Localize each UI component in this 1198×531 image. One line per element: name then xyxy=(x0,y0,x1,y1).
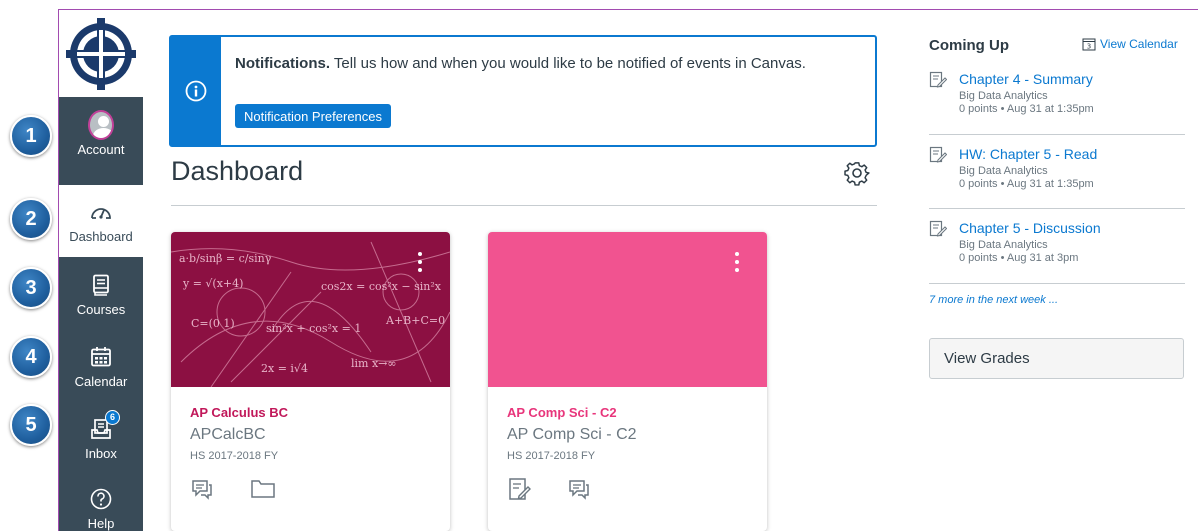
nav-calendar-label: Calendar xyxy=(74,373,128,389)
calendar-small-icon: 3 xyxy=(1082,38,1096,51)
coming-up-item[interactable]: Chapter 4 - Summary Big Data Analytics 0… xyxy=(929,70,1185,116)
help-circle-icon xyxy=(88,486,114,512)
coming-up-item-meta: 0 points • Aug 31 at 3pm xyxy=(959,252,1079,264)
coming-up-divider xyxy=(929,208,1185,209)
course-card-term: HS 2017-2018 FY xyxy=(507,450,596,462)
coming-up-item-meta: 0 points • Aug 31 at 1:35pm xyxy=(959,103,1094,115)
nav-courses-label: Courses xyxy=(76,301,126,317)
nav-account-label: Account xyxy=(77,141,125,157)
nav-help[interactable]: Help xyxy=(59,472,143,531)
page-border-top xyxy=(58,9,1198,10)
course-card-term: HS 2017-2018 FY xyxy=(190,450,279,462)
callout-2: 2 xyxy=(10,198,52,240)
view-calendar-link[interactable]: 3 View Calendar xyxy=(1082,37,1178,51)
discussions-icon[interactable] xyxy=(190,477,214,501)
coming-up-divider xyxy=(929,283,1185,284)
page-title: Dashboard xyxy=(171,156,304,186)
nav-help-label: Help xyxy=(87,515,115,531)
coming-up-divider xyxy=(929,134,1185,135)
notification-preferences-button[interactable]: Notification Preferences xyxy=(235,104,392,128)
course-card-name: AP Comp Sci - C2 xyxy=(507,426,637,443)
callout-4: 4 xyxy=(10,336,52,378)
coming-up-item-title[interactable]: Chapter 5 - Discussion xyxy=(959,219,1101,237)
calendar-icon xyxy=(88,344,114,370)
book-icon xyxy=(88,272,114,298)
card-options-icon[interactable] xyxy=(735,252,739,276)
school-logo[interactable] xyxy=(59,10,143,97)
course-card-subtitle[interactable]: AP Comp Sci - C2 xyxy=(507,405,617,420)
assignments-icon[interactable] xyxy=(507,477,531,501)
more-upcoming-link[interactable]: 7 more in the next week ... xyxy=(929,294,1058,306)
course-card-hero[interactable] xyxy=(488,232,767,387)
logo-icon xyxy=(66,17,136,90)
nav-dashboard-label: Dashboard xyxy=(69,228,133,244)
coming-up-item-title[interactable]: HW: Chapter 5 - Read xyxy=(959,145,1097,163)
info-icon xyxy=(185,80,207,102)
coming-up-item[interactable]: Chapter 5 - Discussion Big Data Analytic… xyxy=(929,219,1185,265)
gear-icon[interactable] xyxy=(844,160,870,186)
coming-up-item-title[interactable]: Chapter 4 - Summary xyxy=(959,70,1094,88)
dashboard-divider xyxy=(171,205,877,206)
assignment-icon xyxy=(929,146,948,163)
callout-5: 5 xyxy=(10,404,52,446)
coming-up-item-course: Big Data Analytics xyxy=(959,165,1048,177)
course-card-name: APCalcBC xyxy=(190,426,266,443)
nav-account[interactable]: Account xyxy=(59,98,143,170)
coming-up-item[interactable]: HW: Chapter 5 - Read Big Data Analytics … xyxy=(929,145,1185,191)
math-formulas-image: a·b/sinβ = c/sinγ y = √(x+4) cos2x = cos… xyxy=(171,241,450,388)
notification-message: Tell us how and when you would like to b… xyxy=(333,55,806,72)
nav-calendar[interactable]: Calendar xyxy=(59,330,143,402)
svg-text:sin²x + cos²x = 1: sin²x + cos²x = 1 xyxy=(266,322,361,335)
view-calendar-label: View Calendar xyxy=(1100,37,1178,51)
global-nav: Account Dashboard Courses Calendar 6 Inb… xyxy=(59,10,143,531)
course-card-compsci[interactable]: AP Comp Sci - C2 AP Comp Sci - C2 HS 201… xyxy=(488,232,767,531)
callout-3: 3 xyxy=(10,267,52,309)
notification-banner: Notifications. Tell us how and when you … xyxy=(169,35,877,147)
coming-up-item-course: Big Data Analytics xyxy=(959,90,1048,102)
course-card-hero[interactable]: a·b/sinβ = c/sinγ y = √(x+4) cos2x = cos… xyxy=(171,232,450,388)
svg-text:lim x→∞: lim x→∞ xyxy=(351,357,397,370)
svg-text:2x = i√4: 2x = i√4 xyxy=(261,362,308,375)
inbox-unread-badge: 6 xyxy=(105,409,120,425)
nav-courses[interactable]: Courses xyxy=(59,258,143,330)
folder-icon[interactable] xyxy=(250,477,276,499)
notification-icon-panel xyxy=(171,37,221,145)
course-card-calculus[interactable]: a·b/sinβ = c/sinγ y = √(x+4) cos2x = cos… xyxy=(171,232,450,531)
avatar-icon xyxy=(88,109,114,140)
nav-inbox[interactable]: 6 Inbox xyxy=(59,402,143,474)
nav-inbox-label: Inbox xyxy=(85,445,117,461)
calendar-day-number: 3 xyxy=(1087,43,1091,51)
svg-text:y = √(x+4): y = √(x+4) xyxy=(182,277,243,290)
course-card-subtitle[interactable]: AP Calculus BC xyxy=(190,405,288,420)
notification-text: Notifications. Tell us how and when you … xyxy=(235,53,855,75)
assignment-icon xyxy=(929,71,948,88)
callout-1: 1 xyxy=(10,115,52,157)
view-grades-button[interactable]: View Grades xyxy=(929,338,1184,379)
dashboard-gauge-icon xyxy=(88,199,114,225)
assignment-icon xyxy=(929,220,948,237)
discussions-icon[interactable] xyxy=(567,477,591,501)
svg-text:A+B+C=0: A+B+C=0 xyxy=(385,314,445,327)
inbox-icon: 6 xyxy=(88,409,120,442)
nav-dashboard[interactable]: Dashboard xyxy=(59,185,143,257)
coming-up-item-meta: 0 points • Aug 31 at 1:35pm xyxy=(959,178,1094,190)
coming-up-heading: Coming Up xyxy=(929,37,1009,54)
svg-text:C=(0 1): C=(0 1) xyxy=(191,317,235,330)
svg-text:a·b/sinβ = c/sinγ: a·b/sinβ = c/sinγ xyxy=(179,252,272,265)
svg-text:cos2x = cos²x − sin²x: cos2x = cos²x − sin²x xyxy=(321,280,442,293)
coming-up-item-course: Big Data Analytics xyxy=(959,239,1048,251)
notification-title: Notifications. xyxy=(235,55,331,72)
card-options-icon[interactable] xyxy=(418,252,422,276)
